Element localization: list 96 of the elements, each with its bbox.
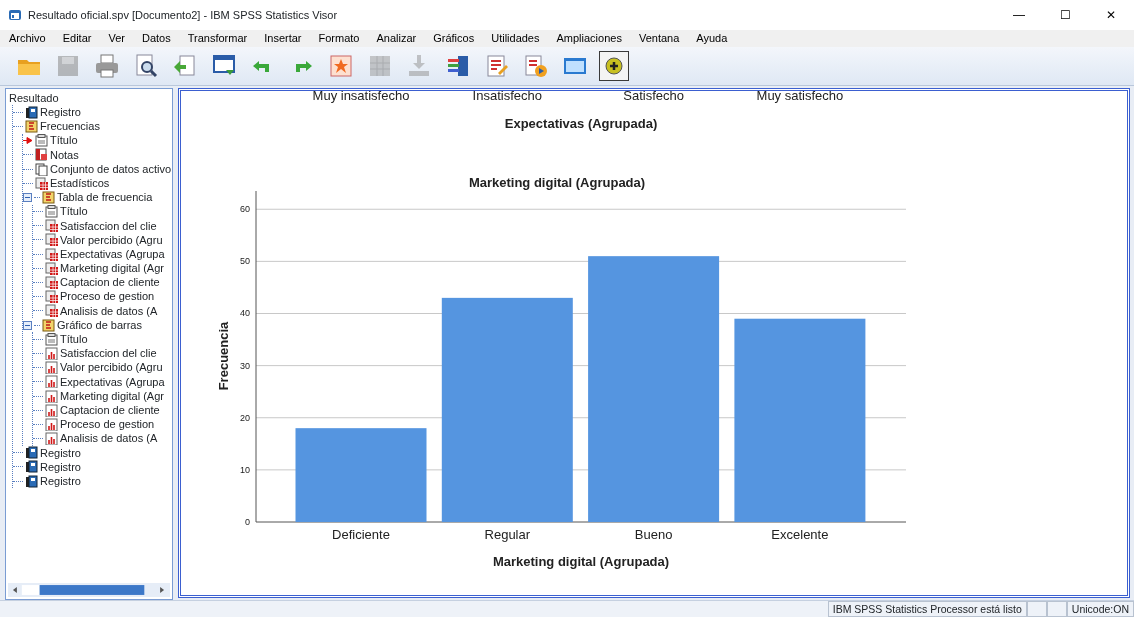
status-panel xyxy=(1046,601,1067,617)
window-title: Resultado oficial.spv [Documento2] - IBM SPSS Statistics Visor xyxy=(28,7,339,23)
axis-category-label: Deficiente xyxy=(332,527,390,542)
menu-item[interactable]: Insertar xyxy=(255,30,310,47)
axis-tick-label: 0 xyxy=(245,517,250,527)
axis-tick-label: 40 xyxy=(240,308,250,319)
insert-icon xyxy=(406,53,432,79)
table-icon xyxy=(45,261,58,275)
axis-tick-label: 10 xyxy=(240,464,250,475)
title-page-icon xyxy=(45,332,58,346)
maximize-button[interactable]: ☐ xyxy=(1042,5,1088,25)
menu-item[interactable]: Utilidades xyxy=(482,30,548,47)
app-icon xyxy=(8,8,22,22)
log-icon xyxy=(25,460,38,474)
axis-category-label: Regular xyxy=(484,527,531,542)
tree-item[interactable]: Proceso de gestion xyxy=(60,288,155,305)
printer-icon xyxy=(94,53,120,79)
table-icon xyxy=(45,233,58,247)
tree-root[interactable]: Resultado xyxy=(9,89,59,107)
title-page-icon xyxy=(35,134,48,148)
horizontal-scrollbar[interactable] xyxy=(8,583,170,597)
chart-page-icon xyxy=(45,403,58,417)
add-button[interactable] xyxy=(599,51,629,81)
chart-page-icon xyxy=(45,389,58,403)
document-arrow-icon xyxy=(172,53,198,79)
menu-item[interactable]: Formato xyxy=(309,30,368,47)
status-panel xyxy=(1026,601,1047,617)
collapse-toggle[interactable] xyxy=(23,320,32,330)
menu-item[interactable]: Ayuda xyxy=(687,30,736,47)
procedure-icon xyxy=(42,318,55,332)
tree-item[interactable]: Frecuencias xyxy=(40,118,100,135)
title-page-icon xyxy=(45,205,58,219)
axis-category-label: Muy insatisfecho xyxy=(312,91,410,103)
table-icon xyxy=(45,290,58,304)
minimize-button[interactable]: — xyxy=(996,5,1042,25)
menu-item[interactable]: Gráficos xyxy=(424,30,483,47)
menu-item[interactable]: Editar xyxy=(53,30,100,47)
procedure-icon xyxy=(42,190,55,204)
table-icon xyxy=(45,219,58,233)
notes-page-icon xyxy=(35,148,48,162)
log-icon xyxy=(25,474,38,488)
log-icon xyxy=(25,105,38,119)
table-icon xyxy=(45,276,58,290)
collapse-toggle[interactable] xyxy=(23,192,32,202)
chart-page-icon xyxy=(45,361,58,375)
print-preview-icon xyxy=(133,53,159,79)
close-button[interactable]: ✕ xyxy=(1088,5,1134,25)
save-icon xyxy=(55,53,81,79)
tree-item[interactable]: Título xyxy=(60,203,88,220)
status-message: IBM SPSS Statistics Processor está listo xyxy=(827,601,1027,617)
star-table-icon xyxy=(328,53,354,79)
tree-item[interactable]: Proceso de gestion xyxy=(60,416,155,433)
tree-item[interactable]: Título xyxy=(50,132,78,149)
table-icon xyxy=(45,247,58,261)
tree-item[interactable]: Satisfaccion del clie xyxy=(60,345,157,362)
chart-page-icon xyxy=(45,346,58,360)
menu-item[interactable]: Ventana xyxy=(629,30,688,47)
tree-item[interactable]: Analisis de datos (A xyxy=(60,430,158,447)
text-edit-icon xyxy=(484,53,510,79)
axis-category-label: Insatisfecho xyxy=(472,91,542,103)
chart-page-icon xyxy=(45,432,58,446)
axis-category-label: Excelente xyxy=(771,527,829,542)
axis-category-label: Bueno xyxy=(634,527,673,542)
axis-title: Frecuencia xyxy=(216,321,231,391)
tree-item[interactable]: Tabla de frecuencia xyxy=(57,189,153,206)
table-icon xyxy=(35,176,48,190)
axis-title: Expectativas (Agrupada) xyxy=(504,116,658,131)
document-icon xyxy=(35,162,48,176)
menu-item[interactable]: Ver xyxy=(99,30,133,47)
axis-title: Marketing digital (Agrupada) xyxy=(492,554,670,569)
document-play-icon xyxy=(523,53,549,79)
axis-tick-label: 30 xyxy=(240,360,250,371)
axis-category-label: Muy satisfecho xyxy=(756,91,844,103)
table-icon xyxy=(45,304,58,318)
axis-category-label: Satisfecho xyxy=(623,91,684,103)
axis-tick-label: 50 xyxy=(240,256,250,267)
menu-item[interactable]: Datos xyxy=(132,30,179,47)
table-grid-icon xyxy=(367,53,393,79)
tree-item[interactable]: Registro xyxy=(40,104,81,121)
chart-page-icon xyxy=(45,375,58,389)
axis-tick-label: 20 xyxy=(240,412,250,423)
axis-tick-label: 60 xyxy=(240,204,250,215)
chart-page-icon xyxy=(45,417,58,431)
procedure-icon xyxy=(25,119,38,133)
tree-item[interactable]: Marketing digital (Agr xyxy=(60,260,164,277)
tree-item[interactable]: Valor percibido (Agru xyxy=(60,359,163,376)
menu-item[interactable]: Analizar xyxy=(367,30,425,47)
variable-list-icon xyxy=(445,53,471,79)
menu-item[interactable]: Archivo xyxy=(0,30,54,47)
menu-item[interactable]: Ampliaciones xyxy=(547,30,630,47)
menu-item[interactable]: Transformar xyxy=(178,30,256,47)
status-encoding: Unicode:ON xyxy=(1066,601,1134,617)
log-icon xyxy=(25,446,38,460)
chart-title: Marketing digital (Agrupada) xyxy=(468,175,646,190)
tree-item[interactable]: Título xyxy=(60,331,88,348)
tree-item[interactable]: Captacion de cliente xyxy=(60,274,160,291)
